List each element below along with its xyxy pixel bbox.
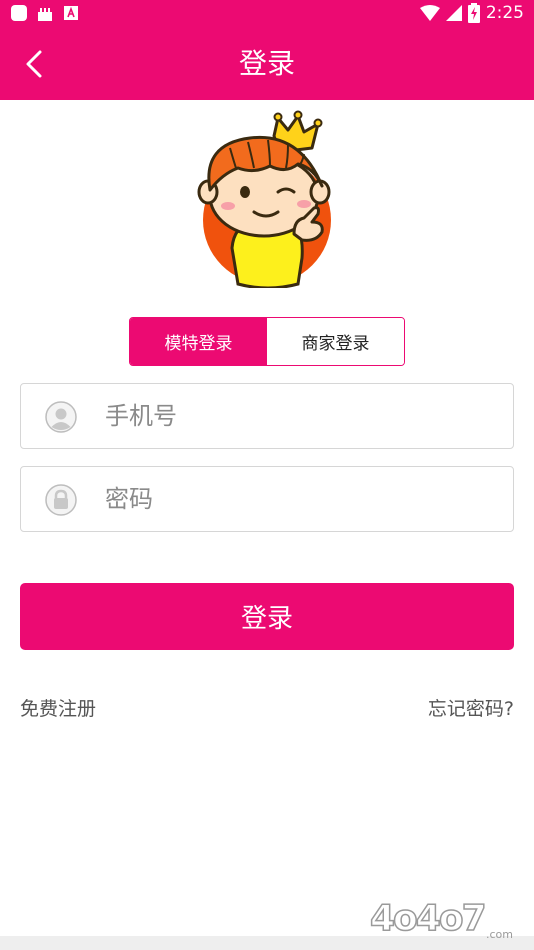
app-bar: 登录 bbox=[0, 28, 534, 100]
cake-icon bbox=[38, 8, 52, 21]
user-icon bbox=[45, 401, 77, 433]
status-bar-notifications bbox=[10, 4, 80, 22]
avatar-illustration bbox=[197, 110, 331, 288]
lock-icon bbox=[45, 484, 77, 516]
phone-input[interactable] bbox=[105, 384, 505, 448]
tab-merchant-login[interactable]: 商家登录 bbox=[267, 318, 404, 365]
login-type-tabs: 模特登录 商家登录 bbox=[129, 317, 405, 366]
status-bar-system: 2:25 bbox=[419, 3, 524, 23]
svg-text:.com: .com bbox=[486, 928, 513, 941]
login-button[interactable]: 登录 bbox=[20, 583, 514, 650]
login-page: 2:25 登录 模特登录 商家登录 手机号 登录 免费注册 忘记密码? 4o4o… bbox=[0, 0, 534, 950]
register-link[interactable]: 免费注册 bbox=[20, 694, 96, 721]
wifi-icon bbox=[419, 5, 440, 21]
signal-icon bbox=[445, 5, 462, 21]
a-badge-icon bbox=[64, 6, 78, 20]
square-app-icon bbox=[11, 5, 27, 21]
battery-charging-icon bbox=[467, 3, 480, 23]
forgot-password-link[interactable]: 忘记密码? bbox=[428, 694, 514, 721]
status-bar: 2:25 bbox=[0, 0, 534, 28]
password-input[interactable] bbox=[105, 467, 505, 531]
tab-model-login[interactable]: 模特登录 bbox=[130, 318, 267, 365]
watermark-logo: 4o4o7 .com bbox=[369, 897, 513, 941]
page-title: 登录 bbox=[238, 47, 295, 80]
phone-field bbox=[20, 383, 514, 449]
password-field bbox=[20, 466, 514, 532]
status-time: 2:25 bbox=[485, 3, 524, 23]
svg-text:4o4o7: 4o4o7 bbox=[370, 898, 485, 939]
